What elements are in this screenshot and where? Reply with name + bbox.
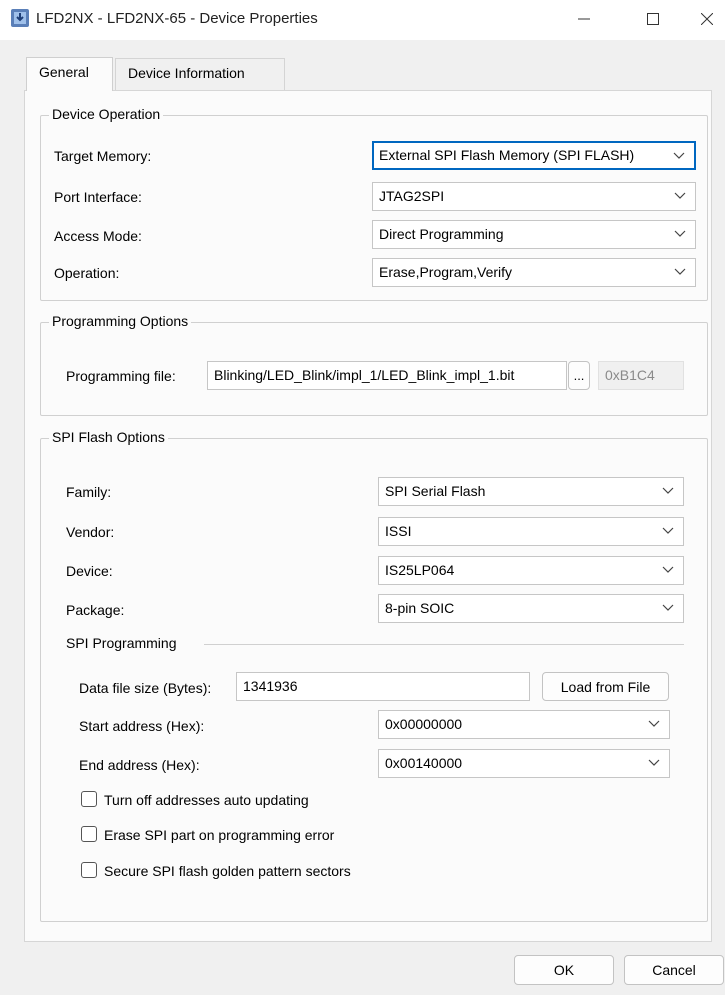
close-icon: [701, 13, 713, 25]
end-address-select[interactable]: 0x00140000: [378, 749, 670, 778]
title-bar: LFD2NX - LFD2NX-65 - Device Properties: [0, 0, 725, 40]
data-size-label: Data file size (Bytes):: [79, 680, 212, 696]
package-select[interactable]: 8-pin SOIC: [378, 594, 684, 623]
ok-button[interactable]: OK: [514, 955, 614, 985]
chevron-down-icon: [674, 192, 686, 199]
chevron-down-icon: [662, 487, 674, 494]
chevron-down-icon: [674, 230, 686, 237]
device-select[interactable]: IS25LP064: [378, 556, 684, 585]
window-title: LFD2NX - LFD2NX-65 - Device Properties: [36, 10, 318, 27]
family-label: Family:: [66, 484, 112, 500]
end-address-value: 0x00140000: [385, 755, 463, 771]
chevron-down-icon: [673, 152, 685, 159]
end-address-label: End address (Hex):: [79, 757, 200, 773]
minimize-icon: [578, 18, 590, 20]
spi-programming-divider: [204, 644, 684, 645]
golden-pattern-checkbox[interactable]: [81, 862, 97, 878]
start-address-select[interactable]: 0x00000000: [378, 710, 670, 739]
device-value: IS25LP064: [385, 562, 455, 578]
target-memory-value: External SPI Flash Memory (SPI FLASH): [379, 147, 635, 163]
port-interface-value: JTAG2SPI: [379, 188, 445, 204]
start-address-value: 0x00000000: [385, 716, 463, 732]
minimize-button[interactable]: [564, 6, 604, 32]
operation-select[interactable]: Erase,Program,Verify: [372, 258, 696, 287]
operation-value: Erase,Program,Verify: [379, 264, 513, 280]
chevron-down-icon: [662, 566, 674, 573]
tab-device-information[interactable]: Device Information: [115, 58, 285, 90]
spi-programming-title: SPI Programming: [66, 635, 177, 651]
package-value: 8-pin SOIC: [385, 600, 455, 616]
access-mode-select[interactable]: Direct Programming: [372, 220, 696, 249]
maximize-icon: [647, 13, 659, 25]
chevron-down-icon: [662, 604, 674, 611]
erase-on-error-label[interactable]: Erase SPI part on programming error: [104, 827, 334, 843]
programming-options-title: Programming Options: [49, 313, 192, 329]
port-interface-label: Port Interface:: [54, 189, 142, 205]
device-label: Device:: [66, 563, 113, 579]
access-mode-label: Access Mode:: [54, 228, 142, 244]
chip-download-icon: [11, 9, 29, 27]
package-label: Package:: [66, 602, 125, 618]
chevron-down-icon: [662, 527, 674, 534]
access-mode-value: Direct Programming: [379, 226, 504, 242]
vendor-select[interactable]: ISSI: [378, 517, 684, 546]
programming-file-value: Blinking/LED_Blink/impl_1/LED_Blink_impl…: [214, 367, 515, 383]
programming-file-label: Programming file:: [66, 368, 176, 384]
chevron-down-icon: [648, 720, 660, 727]
vendor-label: Vendor:: [66, 524, 115, 540]
maximize-button[interactable]: [633, 6, 673, 32]
spi-flash-options-title: SPI Flash Options: [49, 429, 168, 445]
programming-file-field[interactable]: Blinking/LED_Blink/impl_1/LED_Blink_impl…: [207, 361, 567, 390]
device-operation-title: Device Operation: [49, 106, 164, 122]
port-interface-select[interactable]: JTAG2SPI: [372, 182, 696, 211]
golden-pattern-label[interactable]: Secure SPI flash golden pattern sectors: [104, 863, 351, 879]
family-select[interactable]: SPI Serial Flash: [378, 477, 684, 506]
cancel-button[interactable]: Cancel: [624, 955, 724, 985]
load-from-file-button[interactable]: Load from File: [542, 672, 669, 701]
target-memory-label: Target Memory:: [54, 148, 152, 164]
vendor-value: ISSI: [385, 523, 412, 539]
family-value: SPI Serial Flash: [385, 483, 486, 499]
data-size-field[interactable]: 1341936: [236, 672, 530, 701]
start-address-label: Start address (Hex):: [79, 718, 205, 734]
operation-label: Operation:: [54, 265, 120, 281]
target-memory-select[interactable]: External SPI Flash Memory (SPI FLASH): [372, 141, 696, 170]
erase-on-error-checkbox[interactable]: [81, 826, 97, 842]
checksum-field: 0xB1C4: [598, 361, 684, 390]
auto-updating-checkbox[interactable]: [81, 791, 97, 807]
browse-button[interactable]: ...: [568, 361, 590, 390]
close-button[interactable]: [690, 6, 724, 32]
tab-general[interactable]: General: [26, 57, 113, 91]
chevron-down-icon: [674, 268, 686, 275]
auto-updating-label[interactable]: Turn off addresses auto updating: [104, 792, 309, 808]
chevron-down-icon: [648, 759, 660, 766]
